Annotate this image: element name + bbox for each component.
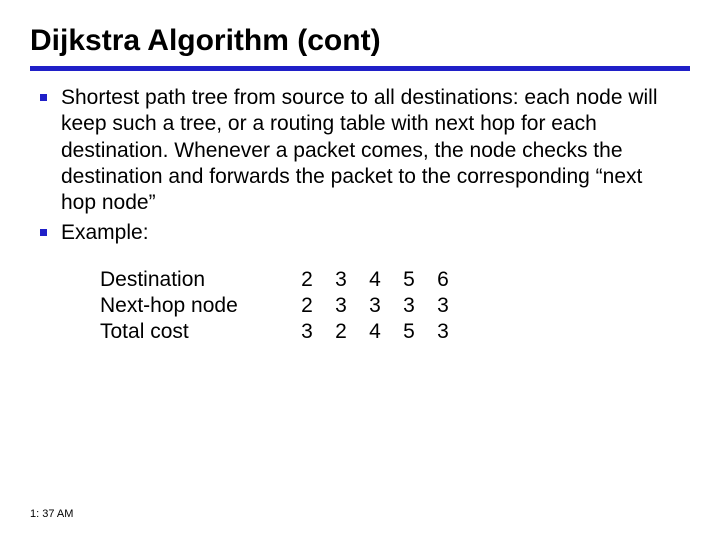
cell: 3 [324,293,358,319]
row-label-total-cost: Total cost [100,319,290,345]
slide: Dijkstra Algorithm (cont) Shortest path … [0,0,720,540]
title-underline [30,66,690,71]
cell: 4 [358,267,392,293]
list-item: Example: [40,220,690,246]
cell: 6 [426,267,460,293]
cell: 3 [392,293,426,319]
cell: 2 [290,293,324,319]
cell: 3 [426,293,460,319]
cell: 2 [290,267,324,293]
cell: 3 [358,293,392,319]
bullet-list: Shortest path tree from source to all de… [40,85,690,247]
slide-title: Dijkstra Algorithm (cont) [30,24,690,64]
cell: 5 [392,267,426,293]
table-grid: 2 3 4 5 6 2 3 3 3 3 3 2 4 5 3 [290,267,460,346]
cell: 5 [392,319,426,345]
cell: 3 [324,267,358,293]
cell: 4 [358,319,392,345]
cell: 3 [426,319,460,345]
footer-timestamp: 1: 37 AM [30,508,73,520]
bullet-icon [40,229,47,236]
bullet-icon [40,94,47,101]
example-table: Destination Next-hop node Total cost 2 3… [100,267,690,346]
table-row-labels: Destination Next-hop node Total cost [100,267,290,346]
bullet-text: Shortest path tree from source to all de… [61,85,661,216]
cell: 2 [324,319,358,345]
row-label-next-hop: Next-hop node [100,293,290,319]
row-label-destination: Destination [100,267,290,293]
cell: 3 [290,319,324,345]
bullet-text: Example: [61,220,149,246]
list-item: Shortest path tree from source to all de… [40,85,690,216]
